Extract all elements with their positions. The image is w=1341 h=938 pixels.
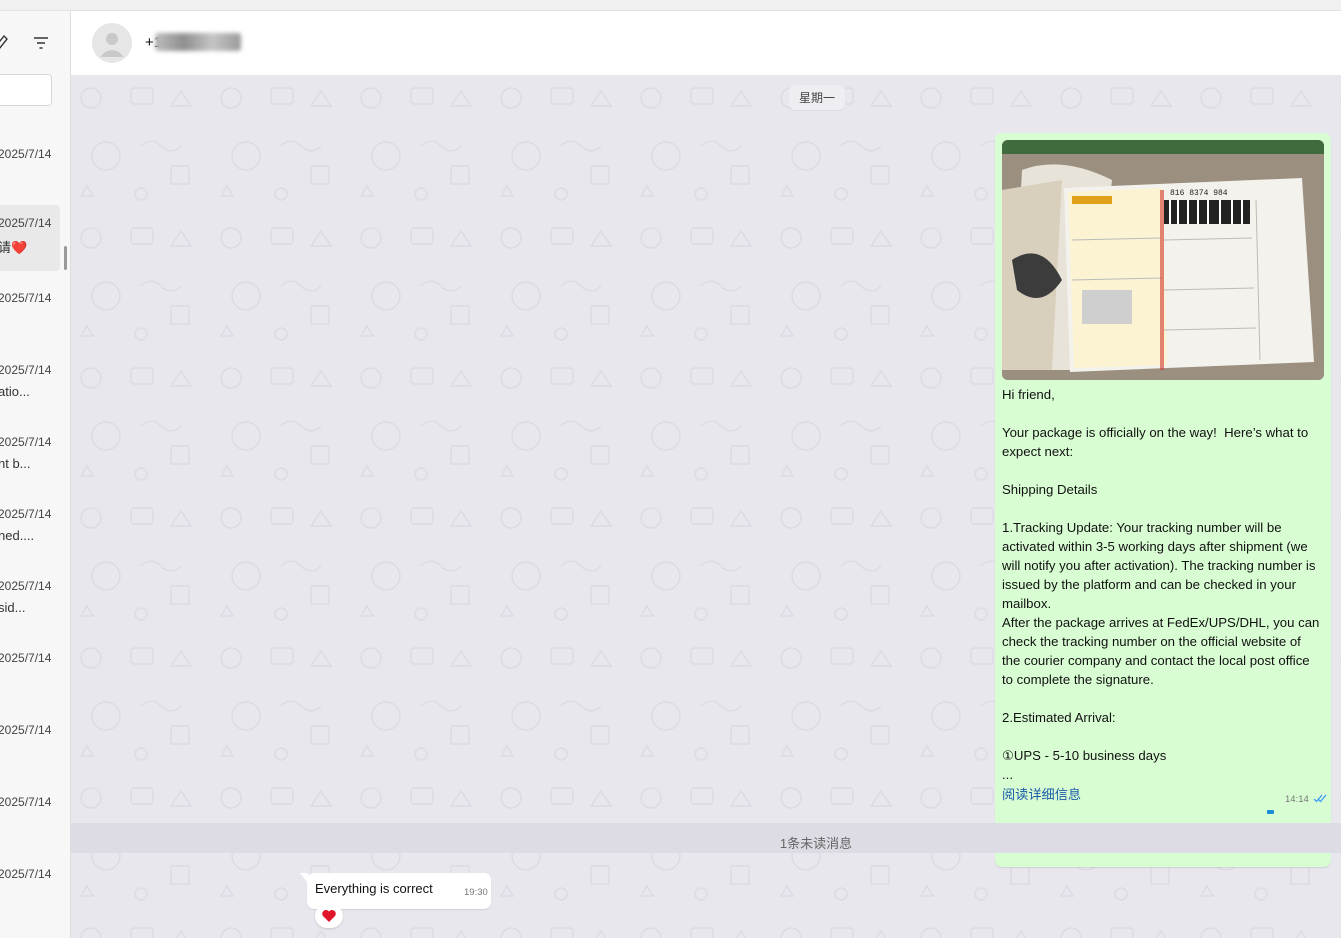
chat-list-item[interactable]: 2025/7/14 nt b... (0, 424, 60, 490)
read-receipt-icon (1313, 794, 1327, 803)
unread-messages-label: 1条未读消息 (779, 836, 853, 851)
chat-preview: nt b... (0, 456, 31, 471)
chat-list-sidebar: 2025/7/14 2025/7/14 请❤️ 2025/7/14 2025/7… (0, 11, 71, 938)
chat-date: 2025/7/14 (0, 651, 52, 665)
chat-date: 2025/7/14 (0, 216, 52, 230)
incoming-message-text: Everything is correct (315, 881, 433, 896)
bubble-tail (300, 873, 308, 883)
chat-list-item[interactable]: 2025/7/14 (0, 784, 60, 850)
conversation-panel: 星期一 816 8374 984 Hi friend, Your package… (71, 76, 1341, 938)
chat-preview: 请❤️ (0, 240, 28, 255)
message-time: 14:14 (1285, 794, 1309, 805)
date-separator: 星期一 (789, 85, 846, 110)
message-time: 19:30 (464, 887, 488, 898)
search-input[interactable] (0, 74, 52, 106)
chat-list-item[interactable]: 2025/7/14 (0, 856, 60, 922)
filter-icon[interactable] (32, 35, 50, 51)
chat-date: 2025/7/14 (0, 291, 52, 305)
chat-preview: ned.... (0, 528, 35, 543)
chat-date: 2025/7/14 (0, 867, 52, 881)
chat-list-item[interactable]: 2025/7/14 sid... (0, 568, 60, 634)
sidebar-scrollbar[interactable] (64, 246, 67, 270)
chat-list-item[interactable]: 2025/7/14 ned.... (0, 496, 60, 562)
chat-date: 2025/7/14 (0, 579, 52, 593)
contact-avatar[interactable] (92, 23, 132, 63)
heart-reaction[interactable] (315, 904, 343, 928)
chat-list-item[interactable]: 2025/7/14 atio... (0, 352, 60, 418)
chat-date: 2025/7/14 (0, 795, 52, 809)
chat-list-item[interactable]: 2025/7/14 (0, 136, 60, 202)
window-top-strip (0, 0, 1341, 11)
new-chat-icon[interactable] (0, 33, 8, 51)
read-more-link[interactable]: 阅读详细信息 (1002, 784, 1081, 803)
chat-preview: sid... (0, 600, 26, 615)
chat-preview: atio... (0, 384, 30, 399)
tracking-number-on-label: 816 8374 984 (1170, 189, 1228, 198)
outgoing-message[interactable]: 816 8374 984 Hi friend, Your package is … (995, 133, 1331, 867)
shipping-label-photo[interactable]: 816 8374 984 (1002, 140, 1324, 380)
chat-header: +1 (71, 11, 1341, 76)
chat-date: 2025/7/14 (0, 723, 52, 737)
chat-date: 2025/7/14 (0, 435, 52, 449)
selection-marker (1267, 810, 1274, 814)
chat-list-item-active[interactable]: 2025/7/14 请❤️ (0, 205, 60, 271)
chat-date: 2025/7/14 (0, 363, 52, 377)
default-avatar-icon (100, 33, 124, 57)
chat-list-item[interactable]: 2025/7/14 (0, 640, 60, 706)
outgoing-message-text: Hi friend, Your package is officially on… (1002, 387, 1320, 782)
chat-date: 2025/7/14 (0, 507, 52, 521)
redacted-phone-number (155, 33, 241, 51)
package-photo-image: 816 8374 984 (1002, 140, 1324, 380)
chat-date: 2025/7/14 (0, 147, 52, 161)
heart-icon (322, 910, 336, 922)
chat-list-item[interactable]: 2025/7/14 (0, 712, 60, 778)
chat-list-item[interactable]: 2025/7/14 (0, 280, 60, 346)
